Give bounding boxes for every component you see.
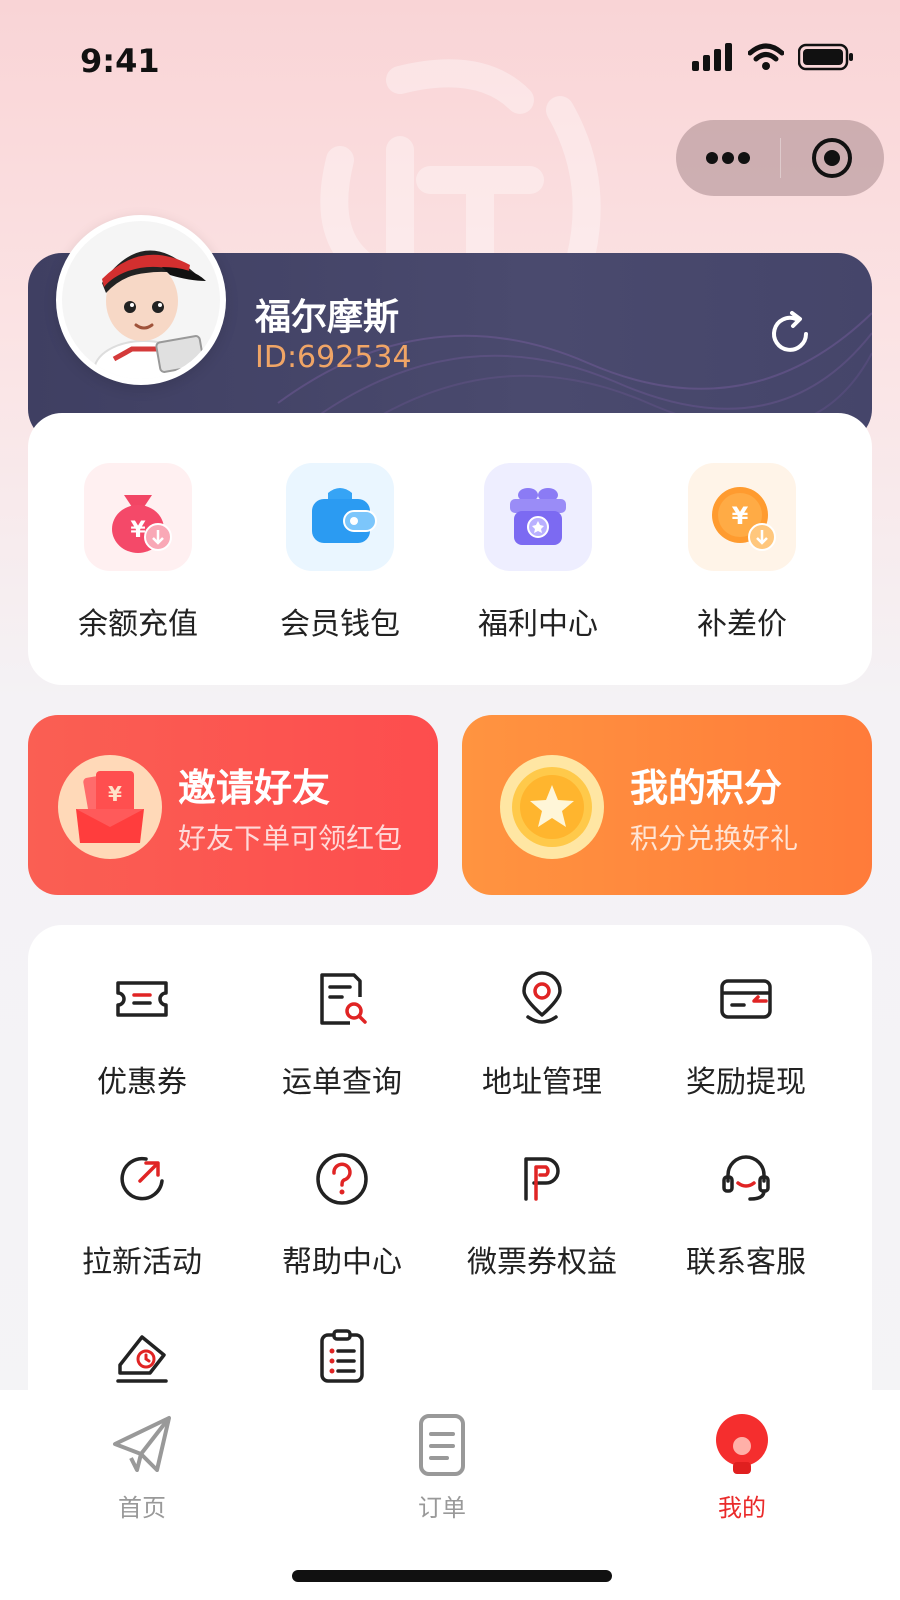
clock-ticket-icon — [116, 1335, 168, 1383]
promo-subtitle: 积分兑换好礼 — [630, 822, 799, 855]
tab-home[interactable]: 首页 — [62, 1410, 222, 1523]
refresh-arrow-icon — [120, 1156, 164, 1201]
wifi-icon — [748, 43, 784, 70]
tab-mine[interactable]: 我的 — [662, 1410, 822, 1523]
service-label: 拉新活动 — [82, 1245, 202, 1280]
svg-text:¥: ¥ — [130, 518, 146, 543]
tab-orders[interactable]: 订单 — [362, 1410, 522, 1523]
invite-friends-banner[interactable]: ¥ 邀请好友 好友下单可领红包 — [28, 715, 438, 895]
target-circle-icon — [812, 138, 853, 178]
wallet-item-member-wallet[interactable]: 会员钱包 — [250, 463, 430, 643]
home-indicator — [292, 1570, 612, 1582]
service-address[interactable]: 地址管理 — [442, 967, 642, 1101]
location-pin-icon — [522, 971, 562, 1024]
clipboard-list-icon — [320, 1329, 364, 1383]
service-referral-activity[interactable]: 拉新活动 — [42, 1147, 242, 1281]
tab-label: 订单 — [418, 1494, 466, 1522]
yuan-coin-icon: ¥ — [688, 463, 796, 571]
miniprogram-capsule — [676, 120, 884, 196]
service-row3-item-2[interactable] — [242, 1325, 442, 1393]
status-time: 9:41 — [80, 42, 160, 80]
promo-title: 我的积分 — [630, 766, 783, 810]
gift-icon — [484, 463, 592, 571]
service-waybill-query[interactable]: 运单查询 — [242, 967, 442, 1101]
user-id: ID:692534 — [255, 340, 412, 375]
signal-icon — [692, 43, 732, 71]
card-withdraw-icon — [720, 979, 772, 1019]
profile-bulb-icon — [716, 1414, 768, 1474]
headset-icon — [722, 1155, 770, 1201]
service-customer-support[interactable]: 联系客服 — [646, 1147, 846, 1281]
service-micro-ticket-rights[interactable]: 微票券权益 — [442, 1147, 642, 1281]
red-envelope-icon: ¥ — [58, 755, 162, 859]
service-label: 微票券权益 — [467, 1245, 617, 1280]
cartoon-boy-avatar — [62, 221, 220, 379]
wallet-item-price-difference[interactable]: ¥ 补差价 — [652, 463, 832, 643]
my-points-banner[interactable]: 我的积分 积分兑换好礼 — [462, 715, 872, 895]
svg-text:¥: ¥ — [108, 782, 122, 806]
avatar[interactable] — [56, 215, 226, 385]
document-icon — [419, 1414, 465, 1476]
wallet-item-recharge[interactable]: ¥ 余额充值 — [48, 463, 228, 643]
wallet-label: 福利中心 — [478, 607, 598, 642]
paper-plane-icon — [113, 1416, 171, 1472]
more-button[interactable] — [676, 120, 780, 196]
svg-text:¥: ¥ — [732, 502, 749, 530]
tab-label: 我的 — [718, 1494, 766, 1522]
waybill-search-icon — [320, 973, 367, 1025]
status-icons — [692, 40, 854, 74]
wallet-item-benefits[interactable]: 福利中心 — [448, 463, 628, 643]
star-coin-icon — [500, 755, 604, 859]
service-label: 优惠券 — [97, 1065, 187, 1100]
wallet-card: ¥ 余额充值 会员钱包 福利中心 ¥ 补差价 — [28, 413, 872, 685]
service-reward-withdraw[interactable]: 奖励提现 — [646, 967, 846, 1101]
service-label: 联系客服 — [686, 1245, 806, 1280]
coupon-icon — [116, 981, 168, 1017]
user-name: 福尔摩斯 — [255, 297, 400, 338]
service-label: 奖励提现 — [686, 1065, 806, 1100]
wallet-label: 补差价 — [697, 607, 787, 642]
service-label: 帮助中心 — [282, 1245, 402, 1280]
wallet-label: 余额充值 — [78, 607, 198, 642]
question-icon — [316, 1153, 368, 1205]
promo-title: 邀请好友 — [178, 766, 331, 810]
promo-subtitle: 好友下单可领红包 — [178, 822, 403, 855]
wallet-label: 会员钱包 — [280, 607, 400, 642]
service-help-center[interactable]: 帮助中心 — [242, 1147, 442, 1281]
wallet-icon — [286, 463, 394, 571]
refresh-icon[interactable] — [766, 310, 814, 358]
more-dots-icon — [705, 152, 750, 164]
tab-label: 首页 — [118, 1494, 166, 1522]
service-coupon[interactable]: 优惠券 — [42, 967, 242, 1101]
money-bag-icon: ¥ — [84, 463, 192, 571]
bottom-tab-bar: 首页 订单 我的 — [0, 1390, 900, 1600]
p-letter-icon — [524, 1157, 560, 1201]
service-label: 运单查询 — [282, 1065, 402, 1100]
battery-icon — [798, 43, 853, 71]
service-label: 地址管理 — [482, 1065, 602, 1100]
close-miniprogram-button[interactable] — [781, 120, 885, 196]
service-row3-item-1[interactable] — [42, 1325, 242, 1393]
